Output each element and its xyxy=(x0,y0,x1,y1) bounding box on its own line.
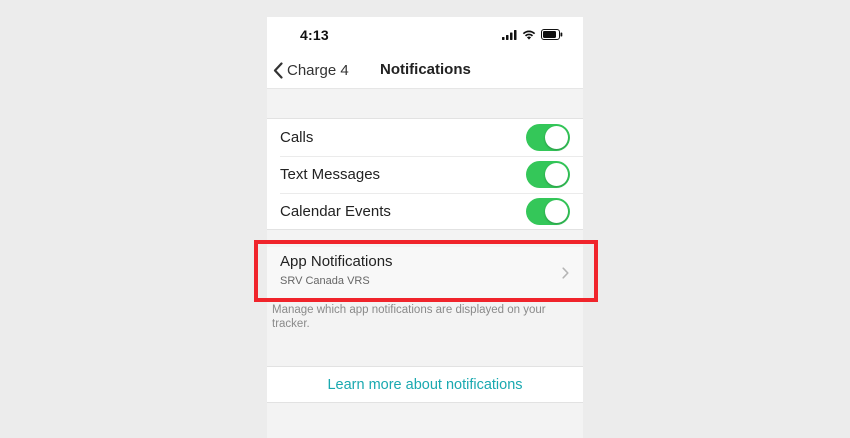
calendar-events-toggle[interactable] xyxy=(526,198,570,225)
status-icons xyxy=(502,29,563,40)
toggle-row-calls: Calls xyxy=(267,119,583,156)
chevron-left-icon xyxy=(273,61,283,79)
cellular-signal-icon xyxy=(502,29,517,40)
status-bar: 4:13 xyxy=(267,17,583,52)
page-title: Notifications xyxy=(380,61,471,78)
toggle-knob xyxy=(545,200,568,223)
learn-more-link[interactable]: Learn more about notifications xyxy=(327,377,522,393)
calls-toggle[interactable] xyxy=(526,124,570,151)
toggle-label: Calls xyxy=(280,129,314,146)
app-notifications-row[interactable]: App Notifications SRV Canada VRS xyxy=(267,247,583,299)
phone-screen: 4:13 Charge 4 Notifications Calls Text M… xyxy=(267,17,583,438)
learn-more-group: Learn more about notifications xyxy=(267,366,583,403)
battery-icon xyxy=(541,29,563,40)
toggle-row-text-messages: Text Messages xyxy=(267,156,583,193)
app-notifications-footnote: Manage which app notifications are displ… xyxy=(272,304,546,330)
app-notifications-title: App Notifications xyxy=(280,253,393,270)
toggle-row-calendar-events: Calendar Events xyxy=(267,193,583,230)
toggle-label: Calendar Events xyxy=(280,203,391,220)
text-messages-toggle[interactable] xyxy=(526,161,570,188)
notification-toggles-group: Calls Text Messages Calendar Events xyxy=(267,118,583,230)
back-label: Charge 4 xyxy=(287,61,349,79)
wifi-icon xyxy=(522,30,536,40)
status-time: 4:13 xyxy=(300,27,329,43)
navigation-bar: Charge 4 Notifications xyxy=(267,52,583,88)
toggle-knob xyxy=(545,163,568,186)
app-notifications-subtitle: SRV Canada VRS xyxy=(280,275,370,287)
toggle-label: Text Messages xyxy=(280,166,381,183)
back-button[interactable]: Charge 4 xyxy=(273,60,349,80)
nav-divider xyxy=(267,88,583,89)
chevron-right-icon xyxy=(562,267,569,279)
toggle-knob xyxy=(545,126,568,149)
